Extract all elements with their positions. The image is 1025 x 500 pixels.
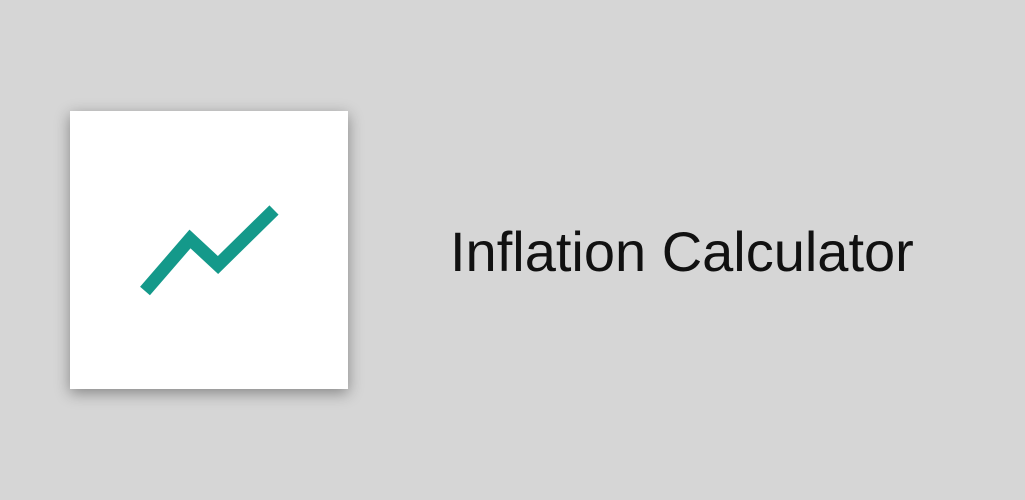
trend-line: [140, 205, 279, 296]
app-title: Inflation Calculator: [450, 220, 914, 283]
feature-banner: Inflation Calculator: [0, 0, 1025, 500]
app-icon-card: [70, 111, 348, 389]
trending-up-icon: [140, 205, 279, 296]
